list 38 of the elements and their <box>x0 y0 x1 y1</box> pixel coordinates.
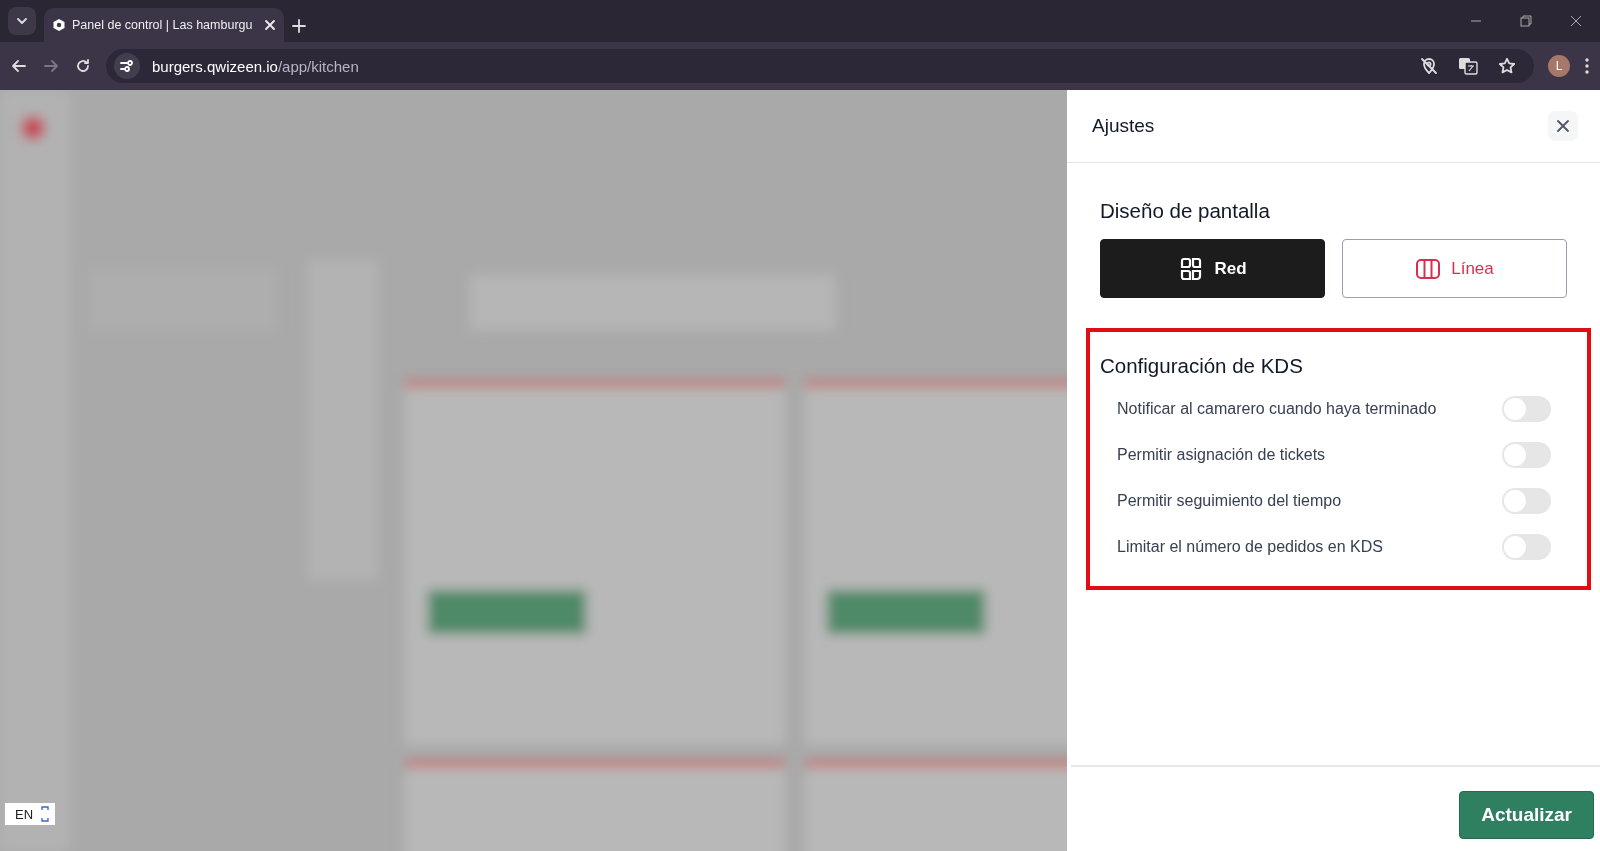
menu-icon[interactable] <box>1584 57 1590 75</box>
restore-icon[interactable] <box>1520 15 1532 27</box>
section-title: Configuración de KDS <box>1100 354 1304 378</box>
url-text: burgers.qwizeen.io/app/kitchen <box>152 57 359 75</box>
back-icon[interactable] <box>10 57 28 75</box>
setting-label: Permitir asignación de tickets <box>1117 446 1326 464</box>
close-icon <box>1556 119 1570 133</box>
address-bar[interactable]: burgers.qwizeen.io/app/kitchen <box>106 49 1534 83</box>
panel-title: Ajustes <box>1092 115 1155 137</box>
toggle-switch[interactable] <box>1502 488 1551 514</box>
update-button[interactable]: Actualizar <box>1459 791 1594 839</box>
expand-icon <box>41 805 50 823</box>
star-icon[interactable] <box>1498 57 1516 75</box>
language-switcher[interactable]: EN <box>5 803 55 825</box>
toggle-switch[interactable] <box>1502 534 1551 560</box>
tab-title: Panel de control | Las hamburgu <box>72 18 254 32</box>
setting-label: Notificar al camarero cuando haya terminado <box>1117 400 1437 418</box>
chevron-down-icon <box>16 15 28 27</box>
site-settings-icon[interactable] <box>120 59 134 73</box>
layout-option[interactable]: Línea <box>1342 239 1567 298</box>
translate-icon[interactable] <box>1458 57 1478 75</box>
profile-avatar[interactable]: L <box>1548 55 1570 77</box>
setting-label: Limitar el número de pedidos en KDS <box>1117 538 1383 556</box>
tab-search-button[interactable] <box>8 7 36 35</box>
toggle-switch[interactable] <box>1502 396 1551 422</box>
browser-tab[interactable]: Panel de control | Las hamburgu <box>44 8 284 42</box>
site-icon <box>52 18 66 32</box>
setting-label: Permitir seguimiento del tiempo <box>1117 492 1342 510</box>
close-button[interactable] <box>1548 111 1578 141</box>
close-icon[interactable] <box>1570 15 1582 27</box>
new-tab-icon[interactable] <box>292 19 306 33</box>
location-off-icon[interactable] <box>1420 57 1438 75</box>
toggle-switch[interactable] <box>1502 442 1551 468</box>
columns-icon <box>1415 257 1442 280</box>
reload-icon[interactable] <box>74 57 92 75</box>
section-title: Diseño de pantalla <box>1100 199 1271 223</box>
forward-icon[interactable] <box>42 57 60 75</box>
layout-option[interactable]: Red <box>1100 239 1325 298</box>
